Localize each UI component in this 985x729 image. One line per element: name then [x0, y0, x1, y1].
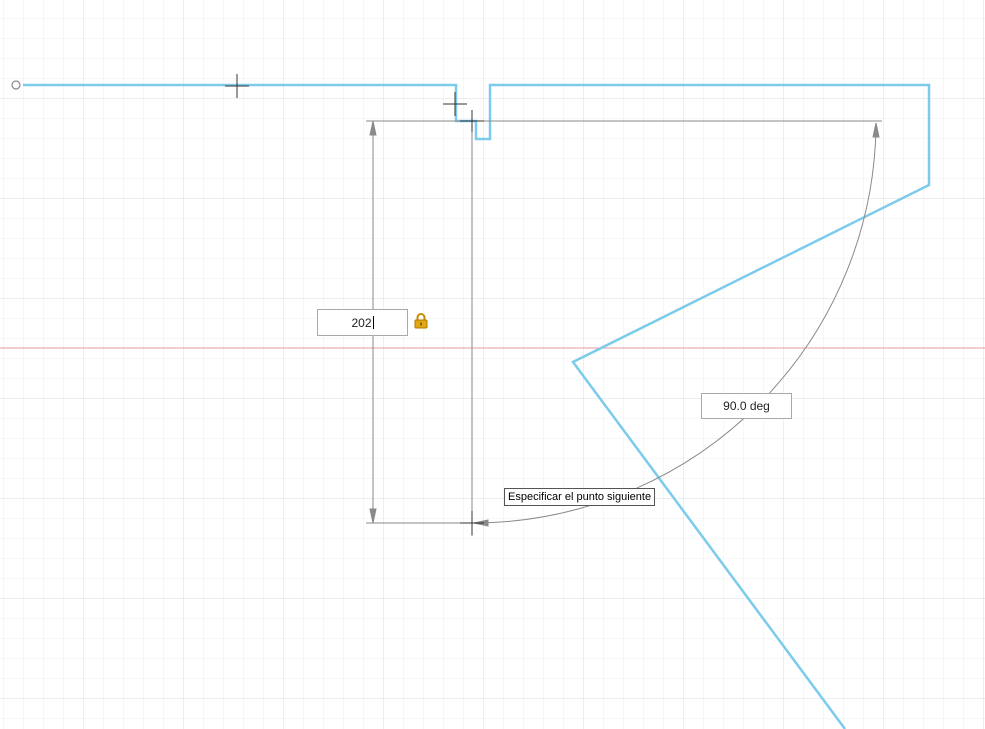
command-tooltip: Especificar el punto siguiente [504, 488, 656, 506]
sketch-canvas[interactable]: 202 90.0 deg Especificar el punto siguie… [0, 0, 985, 729]
grid-major [0, 0, 985, 729]
length-input[interactable]: 202 [317, 309, 408, 336]
text-caret [372, 316, 374, 329]
start-point-icon[interactable] [11, 80, 21, 90]
tooltip-text: Especificar el punto siguiente [508, 491, 652, 503]
angle-input-value[interactable]: 90.0 deg [723, 399, 770, 413]
lock-icon[interactable] [414, 313, 428, 329]
sketch-svg[interactable] [0, 0, 985, 729]
length-input-value[interactable]: 202 [351, 316, 371, 330]
angle-input[interactable]: 90.0 deg [701, 393, 792, 419]
